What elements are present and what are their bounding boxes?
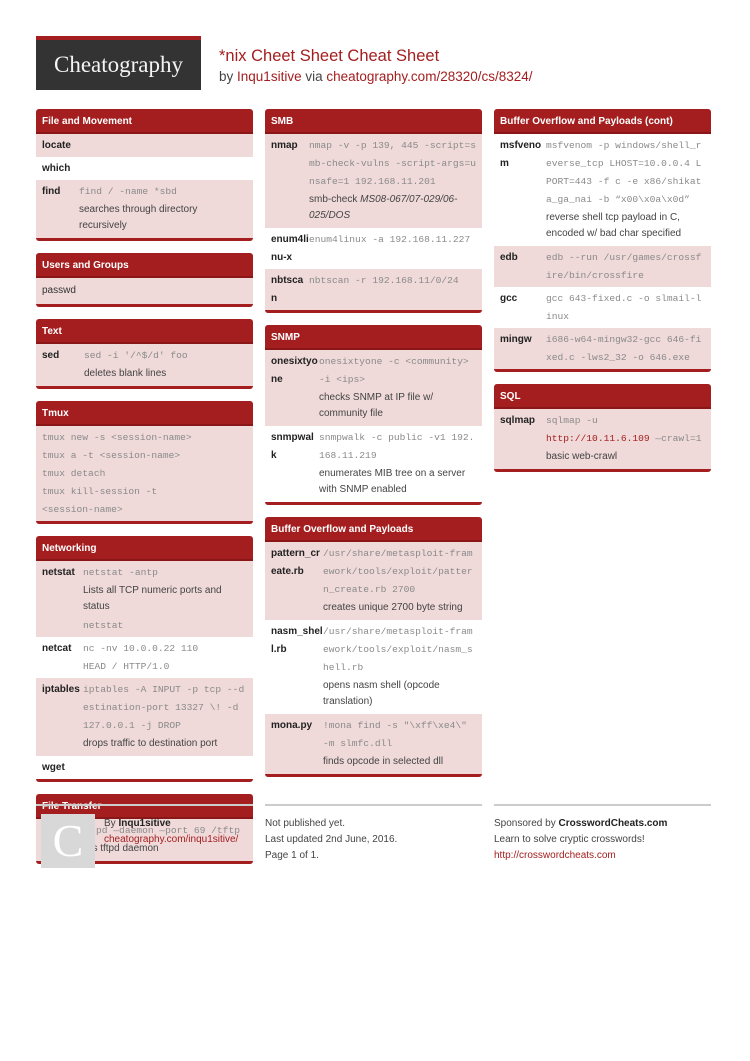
section-title: Tmux [36,401,253,426]
author-link[interactable]: Inqu1sitive [237,69,302,84]
author-profile-link[interactable]: cheatography.com/inqu1sitive/ [104,832,253,848]
footer-status: Not published yet. Last updated 2nd June… [265,804,482,864]
table-row: onesixtyone onesixtyone -c <community> -… [265,350,482,426]
sheet-url-link[interactable]: cheatography.com/28320/cs/8324/ [326,69,532,84]
table-row: mona.py !mona find -s "\xff\xe4\" -m slm… [265,714,482,774]
section-text-tools: Text sed sed -i '/^$/d' foo deletes blank… [36,319,253,389]
section-file-and-movement: File and Movement locate which find find… [36,109,253,241]
section-smb: SMB nmap nmap -v -p 139, 445 -script=smb… [265,109,482,313]
table-row: locate [36,134,253,157]
header: *nix Cheet Sheet Cheat Sheet by Inqu1sit… [219,46,533,86]
table-row: wget [36,756,253,779]
section-title: SQL [494,384,711,409]
section-users-and-groups: Users and Groups passwd [36,253,253,307]
table-row: iptables iptables -A INPUT -p tcp --dest… [36,678,253,756]
sponsor-link[interactable]: http://crosswordcheats.com [494,848,711,864]
author-name: Inqu1sitive [118,818,171,829]
byline: by Inqu1sitive via cheatography.com/2832… [219,69,533,84]
page-title: *nix Cheet Sheet Cheat Sheet [219,47,440,65]
section-networking: Networking netstat netstat -antp Lists al… [36,536,253,782]
section-text: passwd [36,278,253,304]
section-buffer-overflow-cont: Buffer Overflow and Payloads (cont) msfv… [494,109,711,372]
table-row: enum4linu-x enum4linux -a 192.168.11.227 [265,228,482,269]
cheatography-logo[interactable]: Cheatography [36,36,201,90]
table-row: nbtscan nbtscan -r 192.168.11/0/24 [265,269,482,310]
column-1: File and Movement locate which find find… [36,109,253,876]
table-row: pattern_create.rb /usr/share/metasploit-… [265,542,482,620]
logo-text: Cheatography [53,52,183,77]
table-row: sqlmap sqlmap -u http://10.11.6.109 —craw… [494,409,711,469]
sponsor-name: CrosswordCheats.com [558,818,668,829]
table-row: sed sed -i '/^$/d' foo deletes blank line… [36,344,253,386]
section-title: File and Movement [36,109,253,134]
tmux-lines: tmux new -s <session-name> tmux a -t <se… [36,426,253,521]
table-row: nasm_shell.rb /usr/share/metasploit-fram… [265,620,482,714]
section-sql: SQL sqlmap sqlmap -u http://10.11.6.109 —… [494,384,711,472]
table-row: gcc gcc 643-fixed.c -o slmail-linux [494,287,711,328]
section-title: SMB [265,109,482,134]
table-row: msfvenom msfvenom -p windows/shell_rever… [494,134,711,246]
section-title: Users and Groups [36,253,253,278]
section-title: SNMP [265,325,482,350]
table-row: snmpwalk snmpwalk -c public -v1 192.168.… [265,426,482,502]
footer-sponsor: Sponsored by CrosswordCheats.com Learn t… [494,804,711,864]
column-2: SMB nmap nmap -v -p 139, 445 -script=smb… [265,109,482,789]
section-title: Buffer Overflow and Payloads [265,517,482,542]
table-row: netstat netstat -antp Lists all TCP numer… [36,561,253,637]
section-title: Text [36,319,253,344]
table-row: nmap nmap -v -p 139, 445 -script=smb-che… [265,134,482,228]
section-title: Networking [36,536,253,561]
table-row: edb edb --run /usr/games/crossfire/bin/c… [494,246,711,287]
sqlmap-url-link[interactable]: http://10.11.6.109 [546,433,650,444]
column-3: Buffer Overflow and Payloads (cont) msfv… [494,109,711,484]
section-tmux: Tmux tmux new -s <session-name> tmux a -… [36,401,253,524]
section-buffer-overflow: Buffer Overflow and Payloads pattern_cre… [265,517,482,777]
table-row: mingw i686-w64-mingw32-gcc 646-fixed.c -… [494,328,711,369]
table-row: netcat nc -nv 10.0.0.22 110 HEAD / HTTP/1… [36,637,253,678]
table-row: which [36,157,253,180]
avatar: C [41,814,95,868]
table-row: find find / -name *sbd searches through d… [36,180,253,238]
section-snmp: SNMP onesixtyone onesixtyone -c <communi… [265,325,482,505]
section-title: Buffer Overflow and Payloads (cont) [494,109,711,134]
footer-author: C By Inqu1sitive cheatography.com/inqu1s… [36,804,253,868]
